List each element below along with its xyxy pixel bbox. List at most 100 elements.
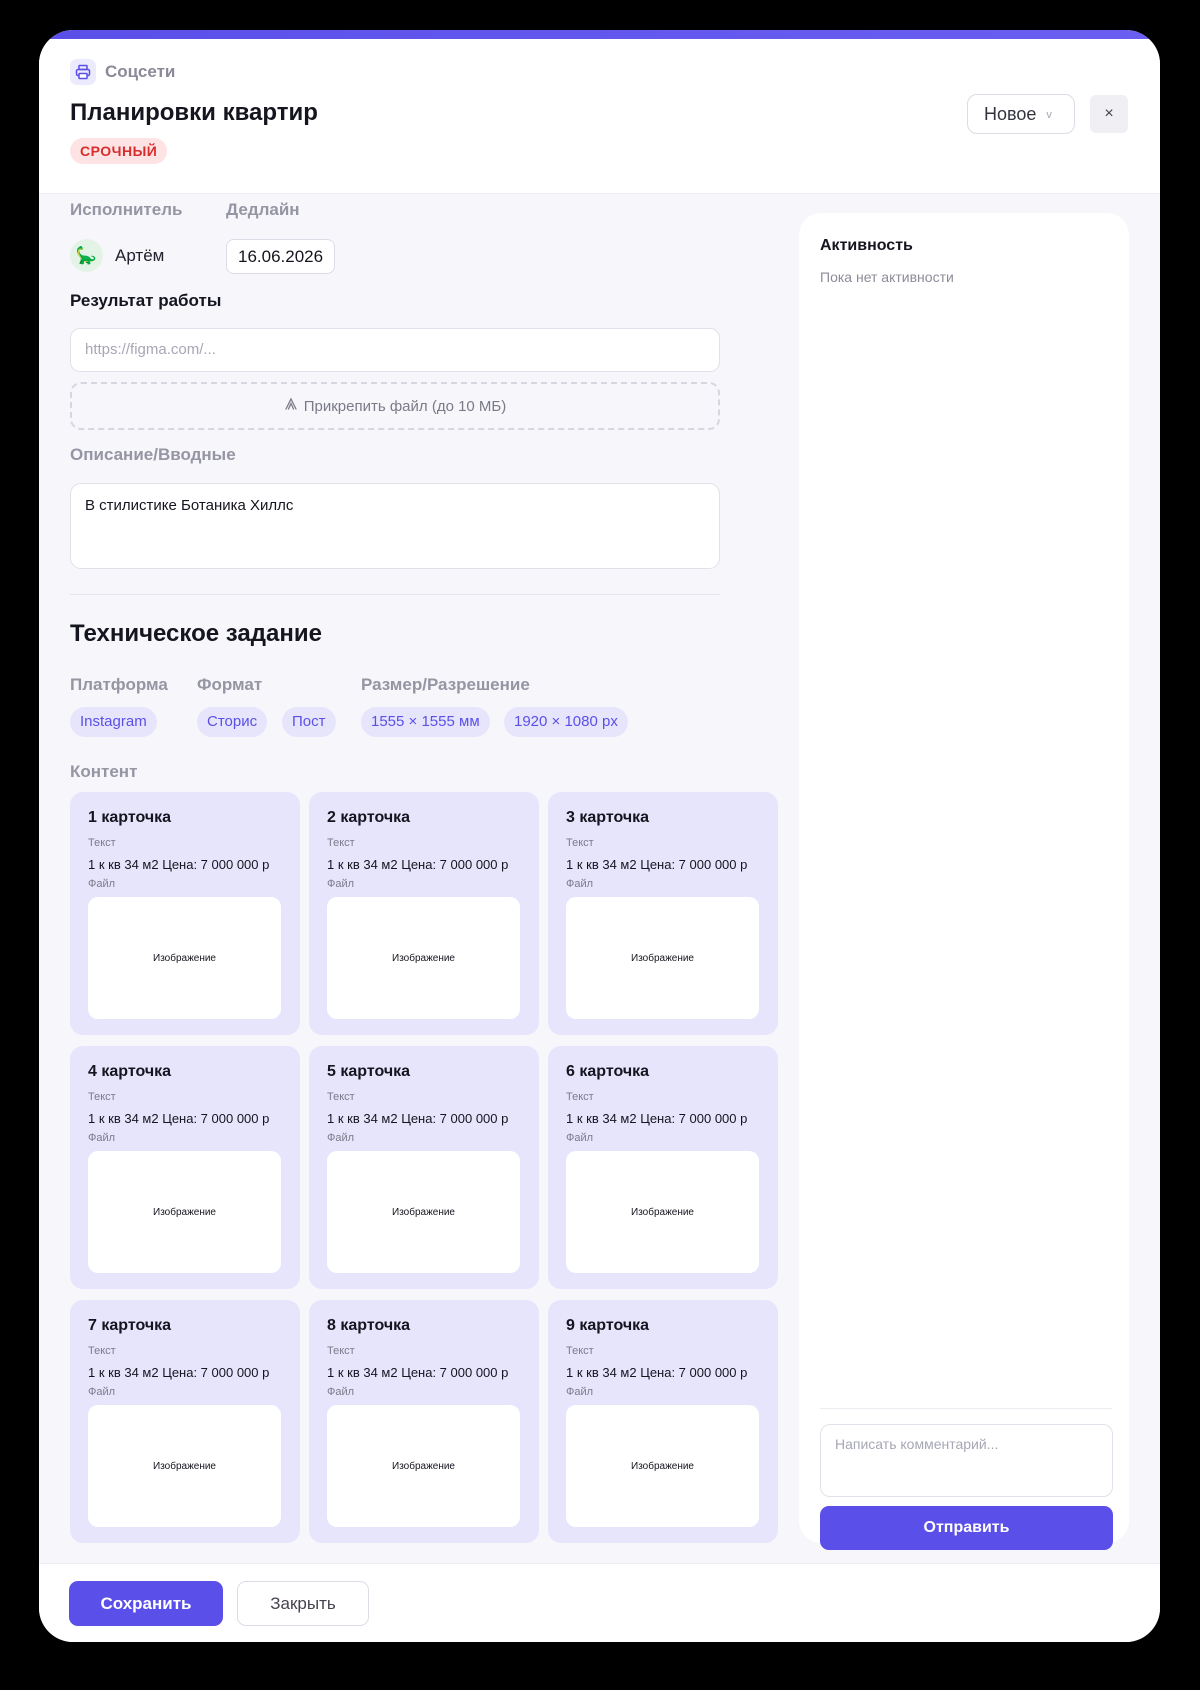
card-file-label: Файл xyxy=(566,1132,594,1144)
avatar: 🦕 xyxy=(70,239,103,272)
attach-file-button[interactable]: Прикрепить файл (до 10 МБ) xyxy=(70,382,720,430)
deadline-label: Дедлайн xyxy=(226,200,300,219)
card-file-label: Файл xyxy=(88,878,116,890)
format-chip[interactable]: Сторис xyxy=(197,707,268,737)
content-label: Контент xyxy=(70,762,138,781)
activity-panel: Активность Пока нет активности Написать … xyxy=(799,213,1129,1550)
save-button[interactable]: Сохранить xyxy=(69,1581,223,1626)
card-title: 7 карточка xyxy=(88,1317,172,1334)
content-card[interactable]: 2 карточка Текст 1 к кв 34 м2 Цена: 7 00… xyxy=(309,792,539,1035)
platform-label: Платформа xyxy=(70,675,168,694)
card-file-label: Файл xyxy=(566,1386,594,1398)
card-file-label: Файл xyxy=(327,1132,355,1144)
size-chip[interactable]: 1920 × 1080 px xyxy=(504,707,628,737)
modal-footer: Сохранить Закрыть xyxy=(39,1563,1160,1642)
card-text: 1 к кв 34 м2 Цена: 7 000 000 р xyxy=(566,857,748,872)
card-title: 1 карточка xyxy=(88,809,172,826)
status-value: Новое xyxy=(984,103,1037,124)
card-text-label: Текст xyxy=(327,1345,355,1357)
activity-empty-state: Пока нет активности xyxy=(820,269,954,285)
description-textarea[interactable]: В стилистике Ботаника Хиллс xyxy=(70,483,720,569)
assignee-label: Исполнитель xyxy=(70,200,183,219)
card-file-label: Файл xyxy=(327,1386,355,1398)
card-image-placeholder[interactable]: Изображение xyxy=(566,1151,759,1273)
tech-heading: Техническое задание xyxy=(70,620,322,647)
page-title: Планировки квартир xyxy=(70,99,318,126)
card-text-label: Текст xyxy=(88,1345,116,1357)
card-text-label: Текст xyxy=(327,837,355,849)
card-title: 4 карточка xyxy=(88,1063,172,1080)
card-text: 1 к кв 34 м2 Цена: 7 000 000 р xyxy=(88,1365,270,1380)
result-label: Результат работы xyxy=(70,291,222,310)
modal-header: Соцсети Планировки квартир СРОЧНЫЙ Новое… xyxy=(39,39,1160,194)
card-text: 1 к кв 34 м2 Цена: 7 000 000 р xyxy=(327,1365,509,1380)
card-image-placeholder[interactable]: Изображение xyxy=(327,1405,520,1527)
format-chip[interactable]: Пост xyxy=(282,707,336,737)
card-image-placeholder[interactable]: Изображение xyxy=(566,897,759,1019)
card-text-label: Текст xyxy=(566,1345,594,1357)
deadline-field[interactable]: 16.06.2026 xyxy=(226,239,336,274)
card-text-label: Текст xyxy=(88,1091,116,1103)
breadcrumb: Соцсети xyxy=(70,59,175,85)
card-title: 5 карточка xyxy=(327,1063,411,1080)
card-image-placeholder[interactable]: Изображение xyxy=(88,897,281,1019)
card-text: 1 к кв 34 м2 Цена: 7 000 000 р xyxy=(566,1111,748,1126)
card-file-label: Файл xyxy=(327,878,355,890)
content-card[interactable]: 9 карточка Текст 1 к кв 34 м2 Цена: 7 00… xyxy=(548,1300,778,1543)
card-text-label: Текст xyxy=(88,837,116,849)
size-label: Размер/Разрешение xyxy=(361,675,530,694)
close-icon[interactable]: × xyxy=(1090,95,1128,133)
send-button[interactable]: Отправить xyxy=(820,1506,1113,1550)
breadcrumb-label[interactable]: Соцсети xyxy=(105,62,175,82)
task-modal: Соцсети Планировки квартир СРОЧНЫЙ Новое… xyxy=(39,30,1160,1642)
content-card[interactable]: 6 карточка Текст 1 к кв 34 м2 Цена: 7 00… xyxy=(548,1046,778,1289)
content-card[interactable]: 3 карточка Текст 1 к кв 34 м2 Цена: 7 00… xyxy=(548,792,778,1035)
card-file-label: Файл xyxy=(566,878,594,890)
card-text-label: Текст xyxy=(327,1091,355,1103)
card-title: 3 карточка xyxy=(566,809,650,826)
card-text-label: Текст xyxy=(566,837,594,849)
card-file-label: Файл xyxy=(88,1132,116,1144)
card-title: 8 карточка xyxy=(327,1317,411,1334)
card-title: 6 карточка xyxy=(566,1063,650,1080)
card-text: 1 к кв 34 м2 Цена: 7 000 000 р xyxy=(327,1111,509,1126)
card-image-placeholder[interactable]: Изображение xyxy=(88,1405,281,1527)
modal-accent-bar xyxy=(39,30,1160,39)
card-title: 2 карточка xyxy=(327,809,411,826)
description-label: Описание/Вводные xyxy=(70,445,236,464)
assignee-name: Артём xyxy=(115,245,165,265)
card-text: 1 к кв 34 м2 Цена: 7 000 000 р xyxy=(88,857,270,872)
assignee[interactable]: 🦕 Артём xyxy=(70,239,164,272)
content-card[interactable]: 1 карточка Текст 1 к кв 34 м2 Цена: 7 00… xyxy=(70,792,300,1035)
activity-title: Активность xyxy=(820,237,913,254)
result-url-input[interactable]: https://figma.com/... xyxy=(70,328,720,372)
priority-badge: СРОЧНЫЙ xyxy=(70,138,168,164)
content-cards-grid: 1 карточка Текст 1 к кв 34 м2 Цена: 7 00… xyxy=(70,792,781,1543)
content-card[interactable]: 8 карточка Текст 1 к кв 34 м2 Цена: 7 00… xyxy=(309,1300,539,1543)
card-text: 1 к кв 34 м2 Цена: 7 000 000 р xyxy=(88,1111,270,1126)
format-label: Формат xyxy=(197,675,263,694)
activity-divider xyxy=(820,1408,1112,1409)
paperclip-icon xyxy=(284,397,298,415)
printer-icon xyxy=(70,59,96,85)
close-button[interactable]: Закрыть xyxy=(237,1581,369,1626)
section-divider xyxy=(70,594,720,595)
chevron-down-icon: v xyxy=(1046,109,1052,121)
content-card[interactable]: 5 карточка Текст 1 к кв 34 м2 Цена: 7 00… xyxy=(309,1046,539,1289)
card-file-label: Файл xyxy=(88,1386,116,1398)
card-image-placeholder[interactable]: Изображение xyxy=(327,1151,520,1273)
comment-input[interactable]: Написать комментарий... xyxy=(820,1424,1113,1497)
card-image-placeholder[interactable]: Изображение xyxy=(327,897,520,1019)
platform-chip[interactable]: Instagram xyxy=(70,707,157,737)
card-image-placeholder[interactable]: Изображение xyxy=(88,1151,281,1273)
attach-file-label: Прикрепить файл (до 10 МБ) xyxy=(303,397,507,415)
content-card[interactable]: 4 карточка Текст 1 к кв 34 м2 Цена: 7 00… xyxy=(70,1046,300,1289)
card-text-label: Текст xyxy=(566,1091,594,1103)
content-card[interactable]: 7 карточка Текст 1 к кв 34 м2 Цена: 7 00… xyxy=(70,1300,300,1543)
card-text: 1 к кв 34 м2 Цена: 7 000 000 р xyxy=(566,1365,748,1380)
status-select[interactable]: Новое v xyxy=(967,94,1075,134)
card-text: 1 к кв 34 м2 Цена: 7 000 000 р xyxy=(327,857,509,872)
card-title: 9 карточка xyxy=(566,1317,650,1334)
size-chip[interactable]: 1555 × 1555 мм xyxy=(361,707,490,737)
card-image-placeholder[interactable]: Изображение xyxy=(566,1405,759,1527)
